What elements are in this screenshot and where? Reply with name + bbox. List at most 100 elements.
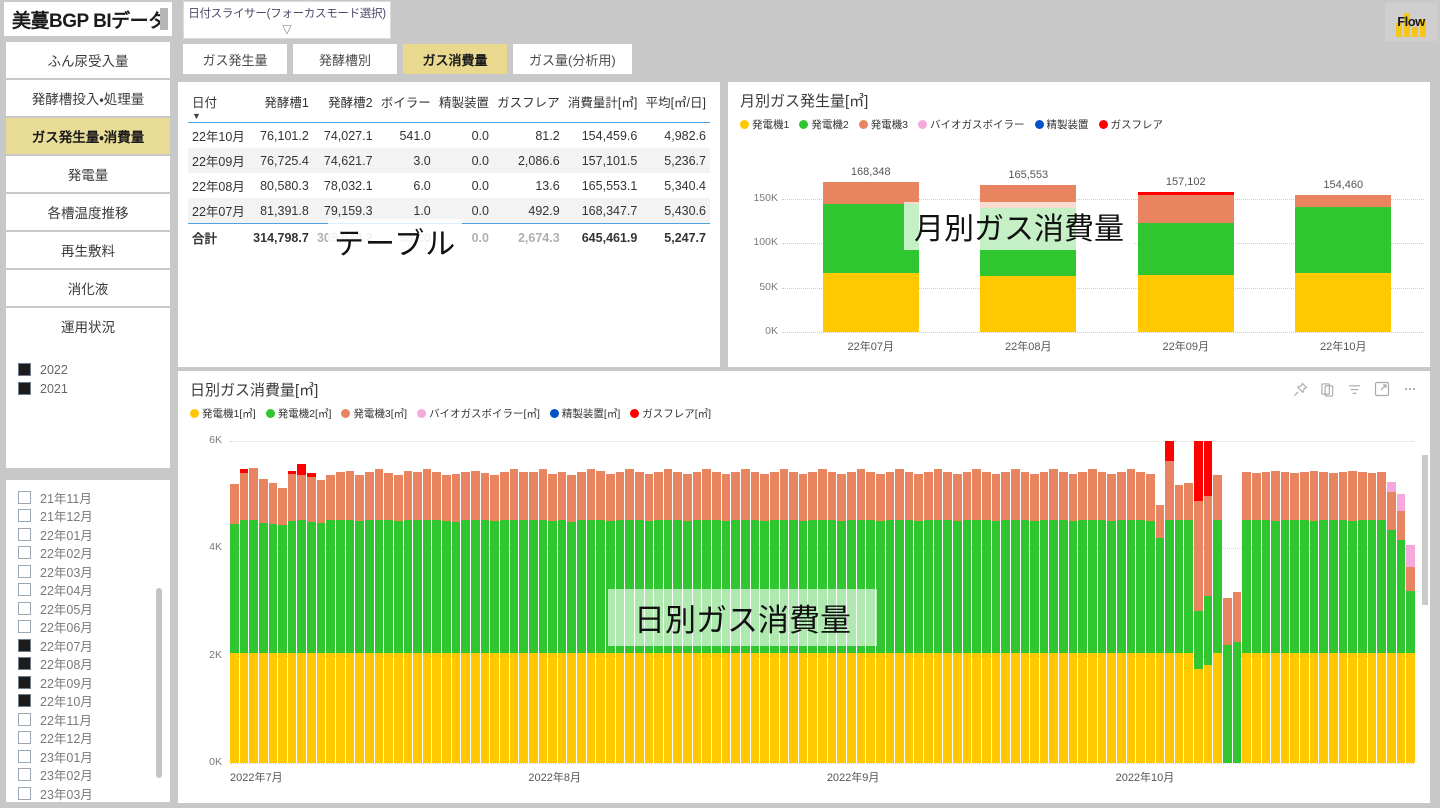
daily-bar[interactable] <box>1329 441 1338 763</box>
sidebar-item-0[interactable]: ふん尿受入量 <box>6 42 170 78</box>
daily-bar[interactable] <box>548 441 557 763</box>
daily-bar[interactable] <box>346 441 355 763</box>
month-filter-row[interactable]: 21年12月 <box>18 507 170 526</box>
monthly-bar[interactable]: 168,348 <box>823 172 919 332</box>
checkbox-icon[interactable] <box>18 546 31 559</box>
month-filter-row[interactable]: 22年10月 <box>18 692 170 711</box>
daily-bar[interactable] <box>490 441 499 763</box>
daily-bar[interactable] <box>914 441 923 763</box>
sidebar-item-6[interactable]: 消化液 <box>6 270 170 306</box>
daily-bar[interactable] <box>278 441 287 763</box>
daily-bar[interactable] <box>876 441 885 763</box>
daily-bar[interactable] <box>1001 441 1010 763</box>
daily-bar[interactable] <box>384 441 393 763</box>
sidebar-item-5[interactable]: 再生敷料 <box>6 232 170 268</box>
table-row[interactable]: 22年09月76,725.474,621.73.00.02,086.6157,1… <box>188 148 710 173</box>
daily-bar[interactable] <box>1233 441 1242 763</box>
checkbox-icon[interactable] <box>18 382 31 395</box>
daily-bar[interactable] <box>1078 441 1087 763</box>
sidebar-item-3[interactable]: 発電量 <box>6 156 170 192</box>
daily-bar[interactable] <box>297 441 306 763</box>
daily-bar[interactable] <box>1040 441 1049 763</box>
checkbox-icon[interactable] <box>18 657 31 670</box>
daily-bar[interactable] <box>481 441 490 763</box>
daily-bar[interactable] <box>1271 441 1280 763</box>
daily-bar[interactable] <box>355 441 364 763</box>
month-filter-row[interactable]: 22年12月 <box>18 729 170 748</box>
month-filter-row[interactable]: 22年03月 <box>18 562 170 581</box>
daily-bar[interactable] <box>269 441 278 763</box>
daily-bar[interactable] <box>500 441 509 763</box>
table-row[interactable]: 22年08月80,580.378,032.16.00.013.6165,553.… <box>188 173 710 198</box>
daily-bar[interactable] <box>1310 441 1319 763</box>
month-filter-row[interactable]: 22年09月 <box>18 673 170 692</box>
checkbox-icon[interactable] <box>18 491 31 504</box>
monthly-bar[interactable]: 154,460 <box>1295 172 1391 332</box>
daily-bar[interactable] <box>1387 441 1396 763</box>
daily-bar[interactable] <box>1339 441 1348 763</box>
daily-bar[interactable] <box>413 441 422 763</box>
daily-bar[interactable] <box>1049 441 1058 763</box>
checkbox-icon[interactable] <box>18 768 31 781</box>
daily-bar[interactable] <box>972 441 981 763</box>
pin-icon[interactable] <box>1293 382 1308 397</box>
sidebar-item-2[interactable]: ガス発生量・消費量 <box>6 118 170 154</box>
daily-bar[interactable] <box>924 441 933 763</box>
daily-bar[interactable] <box>471 441 480 763</box>
checkbox-icon[interactable] <box>18 363 31 376</box>
daily-bar[interactable] <box>1165 441 1174 763</box>
daily-bar[interactable] <box>288 441 297 763</box>
daily-bar[interactable] <box>307 441 316 763</box>
more-options-icon[interactable] <box>1402 381 1418 397</box>
month-filter-scrollbar[interactable] <box>156 588 162 778</box>
daily-bar[interactable] <box>249 441 258 763</box>
copy-icon[interactable] <box>1320 382 1335 397</box>
daily-bar[interactable] <box>596 441 605 763</box>
daily-bar[interactable] <box>1406 441 1415 763</box>
daily-bar[interactable] <box>317 441 326 763</box>
table-column-header[interactable]: 平均[㎥/日] <box>641 90 710 122</box>
daily-bar[interactable] <box>1021 441 1030 763</box>
table-row[interactable]: 22年10月76,101.274,027.1541.00.081.2154,45… <box>188 123 710 148</box>
sidebar-item-4[interactable]: 各槽温度推移 <box>6 194 170 230</box>
checkbox-icon[interactable] <box>18 713 31 726</box>
month-filter-row[interactable]: 23年03月 <box>18 784 170 802</box>
table-column-header[interactable]: 発酵槽1 <box>249 90 313 122</box>
daily-bar[interactable] <box>1348 441 1357 763</box>
daily-bar[interactable] <box>1117 441 1126 763</box>
daily-bar[interactable] <box>240 441 249 763</box>
checkbox-icon[interactable] <box>18 676 31 689</box>
daily-bar[interactable] <box>1088 441 1097 763</box>
legend-item[interactable]: 発電機2[㎥] <box>266 406 332 421</box>
year-filter-row[interactable]: 2021 <box>18 379 170 398</box>
legend-item[interactable]: 精製装置 <box>1035 117 1089 132</box>
tab-1[interactable]: 発酵槽別 <box>293 44 397 74</box>
daily-bar[interactable] <box>1262 441 1271 763</box>
month-filter-row[interactable]: 23年02月 <box>18 766 170 785</box>
legend-item[interactable]: 発電機3[㎥] <box>341 406 407 421</box>
month-filter-row[interactable]: 21年11月 <box>18 488 170 507</box>
daily-bar[interactable] <box>1194 441 1203 763</box>
daily-bar[interactable] <box>404 441 413 763</box>
daily-bar[interactable] <box>336 441 345 763</box>
daily-bar[interactable] <box>1107 441 1116 763</box>
daily-bar[interactable] <box>1146 441 1155 763</box>
date-slicer[interactable]: 日付スライサー(フォーカスモード選択) ▽ <box>183 1 391 39</box>
daily-bar[interactable] <box>992 441 1001 763</box>
daily-bar[interactable] <box>1368 441 1377 763</box>
daily-bar[interactable] <box>1223 441 1232 763</box>
checkbox-icon[interactable] <box>18 620 31 633</box>
checkbox-icon[interactable] <box>18 602 31 615</box>
month-filter-row[interactable]: 22年05月 <box>18 599 170 618</box>
month-filter-row[interactable]: 22年02月 <box>18 544 170 563</box>
checkbox-icon[interactable] <box>18 509 31 522</box>
tab-3[interactable]: ガス量(分析用) <box>513 44 632 74</box>
checkbox-icon[interactable] <box>18 750 31 763</box>
legend-item[interactable]: 発電機1 <box>740 117 789 132</box>
daily-bar[interactable] <box>1175 441 1184 763</box>
daily-bar[interactable] <box>953 441 962 763</box>
legend-item[interactable]: バイオガスボイラー <box>918 117 1025 132</box>
table-column-header[interactable]: 発酵槽2 <box>313 90 377 122</box>
daily-bar[interactable] <box>1213 441 1222 763</box>
daily-bar[interactable] <box>1290 441 1299 763</box>
